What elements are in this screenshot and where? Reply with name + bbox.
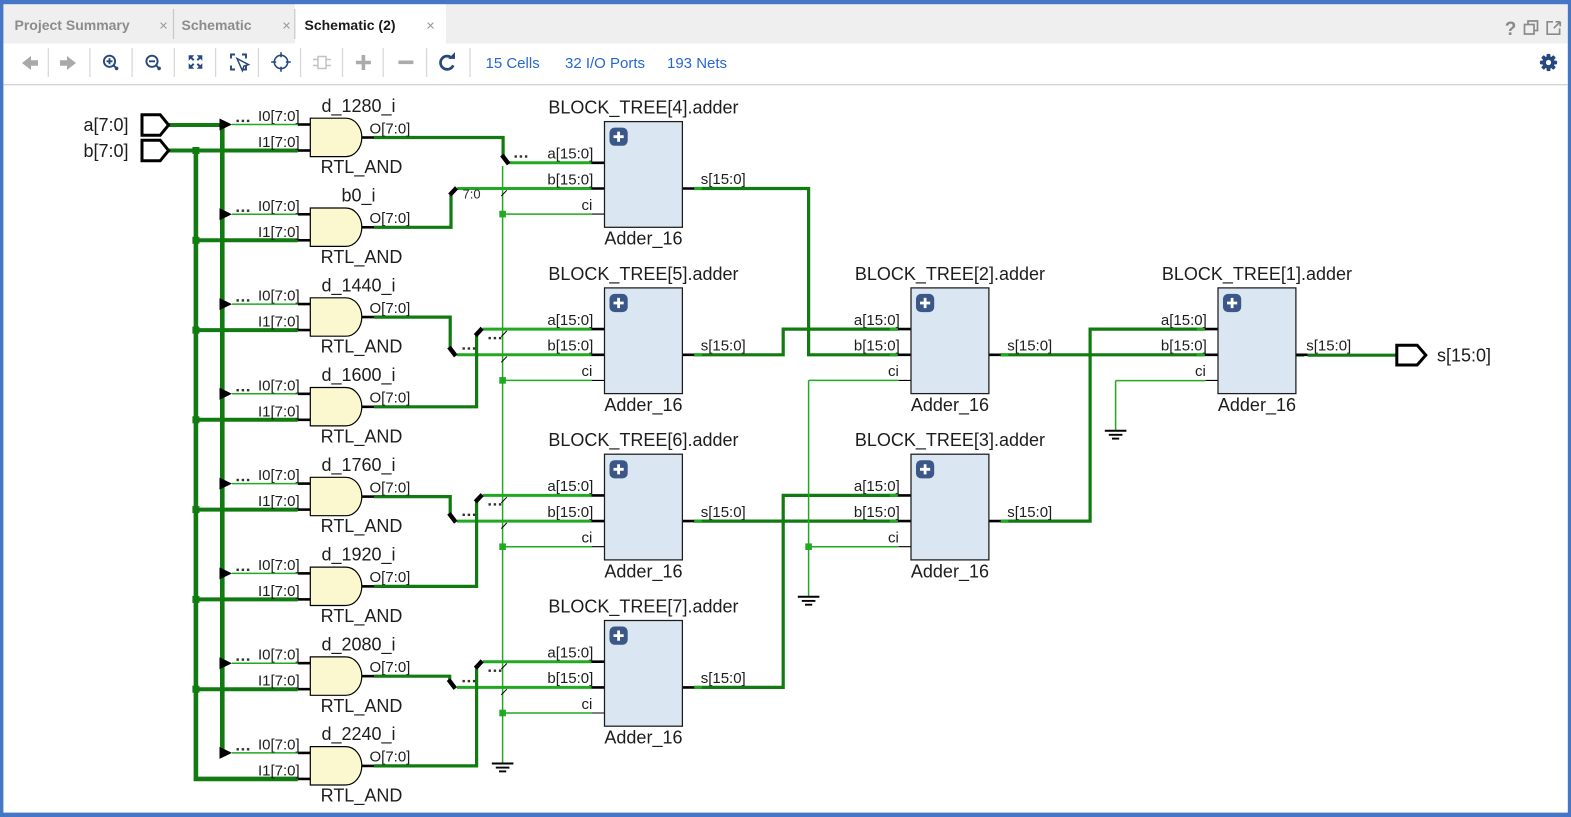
- svg-text:ci: ci: [888, 530, 899, 547]
- svg-text:s[15:0]: s[15:0]: [701, 504, 746, 521]
- svg-text:Adder_16: Adder_16: [604, 229, 682, 250]
- svg-text:ci: ci: [581, 530, 592, 547]
- svg-text:193 Nets: 193 Nets: [667, 55, 727, 72]
- svg-text:?: ?: [1505, 19, 1517, 40]
- svg-text:d_1280_i: d_1280_i: [321, 96, 395, 117]
- svg-text:b[15:0]: b[15:0]: [547, 504, 593, 521]
- svg-text:b[15:0]: b[15:0]: [854, 338, 900, 355]
- svg-text:b[7:0]: b[7:0]: [83, 141, 128, 161]
- svg-text:×: ×: [282, 18, 291, 35]
- svg-text:I0[7:0]: I0[7:0]: [258, 557, 300, 574]
- svg-text:RTL_AND: RTL_AND: [321, 696, 403, 717]
- svg-text:I1[7:0]: I1[7:0]: [258, 224, 300, 241]
- svg-text:ci: ci: [581, 696, 592, 713]
- svg-text:ci: ci: [581, 363, 592, 380]
- svg-text:I0[7:0]: I0[7:0]: [258, 377, 300, 394]
- svg-text:RTL_AND: RTL_AND: [321, 606, 403, 627]
- svg-text:ci: ci: [581, 197, 592, 214]
- svg-text:a[15:0]: a[15:0]: [547, 146, 593, 163]
- svg-text:Adder_16: Adder_16: [604, 728, 682, 749]
- svg-text:I1[7:0]: I1[7:0]: [258, 134, 300, 151]
- svg-text:I0[7:0]: I0[7:0]: [258, 288, 300, 305]
- svg-text:a[15:0]: a[15:0]: [547, 645, 593, 662]
- svg-text:s[15:0]: s[15:0]: [1437, 346, 1491, 366]
- svg-text:Adder_16: Adder_16: [1218, 395, 1296, 416]
- svg-text:d_1920_i: d_1920_i: [321, 545, 395, 566]
- svg-text:15 Cells: 15 Cells: [486, 55, 540, 72]
- svg-text:BLOCK_TREE[5].adder: BLOCK_TREE[5].adder: [548, 264, 738, 285]
- svg-text:Schematic: Schematic: [182, 17, 252, 33]
- svg-text:a[15:0]: a[15:0]: [547, 312, 593, 329]
- svg-text:I1[7:0]: I1[7:0]: [258, 493, 300, 510]
- svg-text:a[15:0]: a[15:0]: [547, 478, 593, 495]
- svg-text:BLOCK_TREE[3].adder: BLOCK_TREE[3].adder: [855, 430, 1045, 451]
- svg-text:I0[7:0]: I0[7:0]: [258, 736, 300, 753]
- svg-text:b[15:0]: b[15:0]: [547, 171, 593, 188]
- svg-text:7:0: 7:0: [463, 186, 481, 201]
- svg-text:a[15:0]: a[15:0]: [854, 312, 900, 329]
- svg-text:O[7:0]: O[7:0]: [370, 390, 411, 407]
- svg-text:×: ×: [159, 18, 168, 35]
- svg-text:BLOCK_TREE[6].adder: BLOCK_TREE[6].adder: [548, 430, 738, 451]
- svg-text:d_1440_i: d_1440_i: [321, 275, 395, 296]
- svg-text:d_1760_i: d_1760_i: [321, 455, 395, 476]
- svg-text:RTL_AND: RTL_AND: [321, 516, 403, 537]
- svg-text:Adder_16: Adder_16: [911, 561, 989, 582]
- svg-text:s[15:0]: s[15:0]: [1007, 338, 1052, 355]
- svg-text:Adder_16: Adder_16: [604, 395, 682, 416]
- svg-text:a[7:0]: a[7:0]: [83, 115, 128, 135]
- svg-text:d_2240_i: d_2240_i: [321, 724, 395, 745]
- svg-text:I1[7:0]: I1[7:0]: [258, 583, 300, 600]
- svg-text:O[7:0]: O[7:0]: [370, 659, 411, 676]
- svg-text:RTL_AND: RTL_AND: [321, 247, 403, 268]
- svg-text:32 I/O Ports: 32 I/O Ports: [565, 55, 645, 72]
- svg-text:Adder_16: Adder_16: [604, 561, 682, 582]
- svg-text:Adder_16: Adder_16: [911, 395, 989, 416]
- svg-text:I0[7:0]: I0[7:0]: [258, 647, 300, 664]
- svg-text:ci: ci: [888, 363, 899, 380]
- svg-text:d_1600_i: d_1600_i: [321, 365, 395, 386]
- svg-text:s[15:0]: s[15:0]: [701, 670, 746, 687]
- svg-text:RTL_AND: RTL_AND: [321, 157, 403, 178]
- svg-text:O[7:0]: O[7:0]: [370, 479, 411, 496]
- svg-text:Project Summary: Project Summary: [15, 17, 130, 33]
- svg-text:a[15:0]: a[15:0]: [1161, 312, 1207, 329]
- svg-text:I0[7:0]: I0[7:0]: [258, 108, 300, 125]
- svg-text:O[7:0]: O[7:0]: [370, 569, 411, 586]
- svg-text:RTL_AND: RTL_AND: [321, 786, 403, 807]
- svg-text:I1[7:0]: I1[7:0]: [258, 314, 300, 331]
- svg-text:s[15:0]: s[15:0]: [1306, 338, 1351, 355]
- svg-text:I1[7:0]: I1[7:0]: [258, 762, 300, 779]
- svg-text:O[7:0]: O[7:0]: [370, 210, 411, 227]
- svg-text:b[15:0]: b[15:0]: [1161, 338, 1207, 355]
- svg-text:s[15:0]: s[15:0]: [701, 338, 746, 355]
- svg-text:O[7:0]: O[7:0]: [370, 749, 411, 766]
- svg-text:Schematic (2): Schematic (2): [305, 17, 396, 33]
- svg-text:RTL_AND: RTL_AND: [321, 426, 403, 447]
- svg-text:I1[7:0]: I1[7:0]: [258, 403, 300, 420]
- svg-text:b0_i: b0_i: [341, 186, 375, 207]
- svg-text:I0[7:0]: I0[7:0]: [258, 198, 300, 215]
- svg-text:RTL_AND: RTL_AND: [321, 337, 403, 358]
- svg-text:BLOCK_TREE[2].adder: BLOCK_TREE[2].adder: [855, 264, 1045, 285]
- svg-text:I1[7:0]: I1[7:0]: [258, 673, 300, 690]
- svg-text:O[7:0]: O[7:0]: [370, 120, 411, 137]
- svg-text:BLOCK_TREE[1].adder: BLOCK_TREE[1].adder: [1162, 264, 1352, 285]
- svg-text:ci: ci: [1195, 363, 1206, 380]
- svg-text:b[15:0]: b[15:0]: [854, 504, 900, 521]
- svg-text:BLOCK_TREE[4].adder: BLOCK_TREE[4].adder: [548, 98, 738, 119]
- svg-text:d_2080_i: d_2080_i: [321, 634, 395, 655]
- svg-text:I0[7:0]: I0[7:0]: [258, 467, 300, 484]
- svg-text:a[15:0]: a[15:0]: [854, 478, 900, 495]
- svg-text:b[15:0]: b[15:0]: [547, 338, 593, 355]
- svg-text:s[15:0]: s[15:0]: [701, 171, 746, 188]
- svg-text:BLOCK_TREE[7].adder: BLOCK_TREE[7].adder: [548, 597, 738, 618]
- svg-text:b[15:0]: b[15:0]: [547, 670, 593, 687]
- svg-text:s[15:0]: s[15:0]: [1007, 504, 1052, 521]
- svg-text:×: ×: [426, 18, 435, 35]
- svg-text:O[7:0]: O[7:0]: [370, 300, 411, 317]
